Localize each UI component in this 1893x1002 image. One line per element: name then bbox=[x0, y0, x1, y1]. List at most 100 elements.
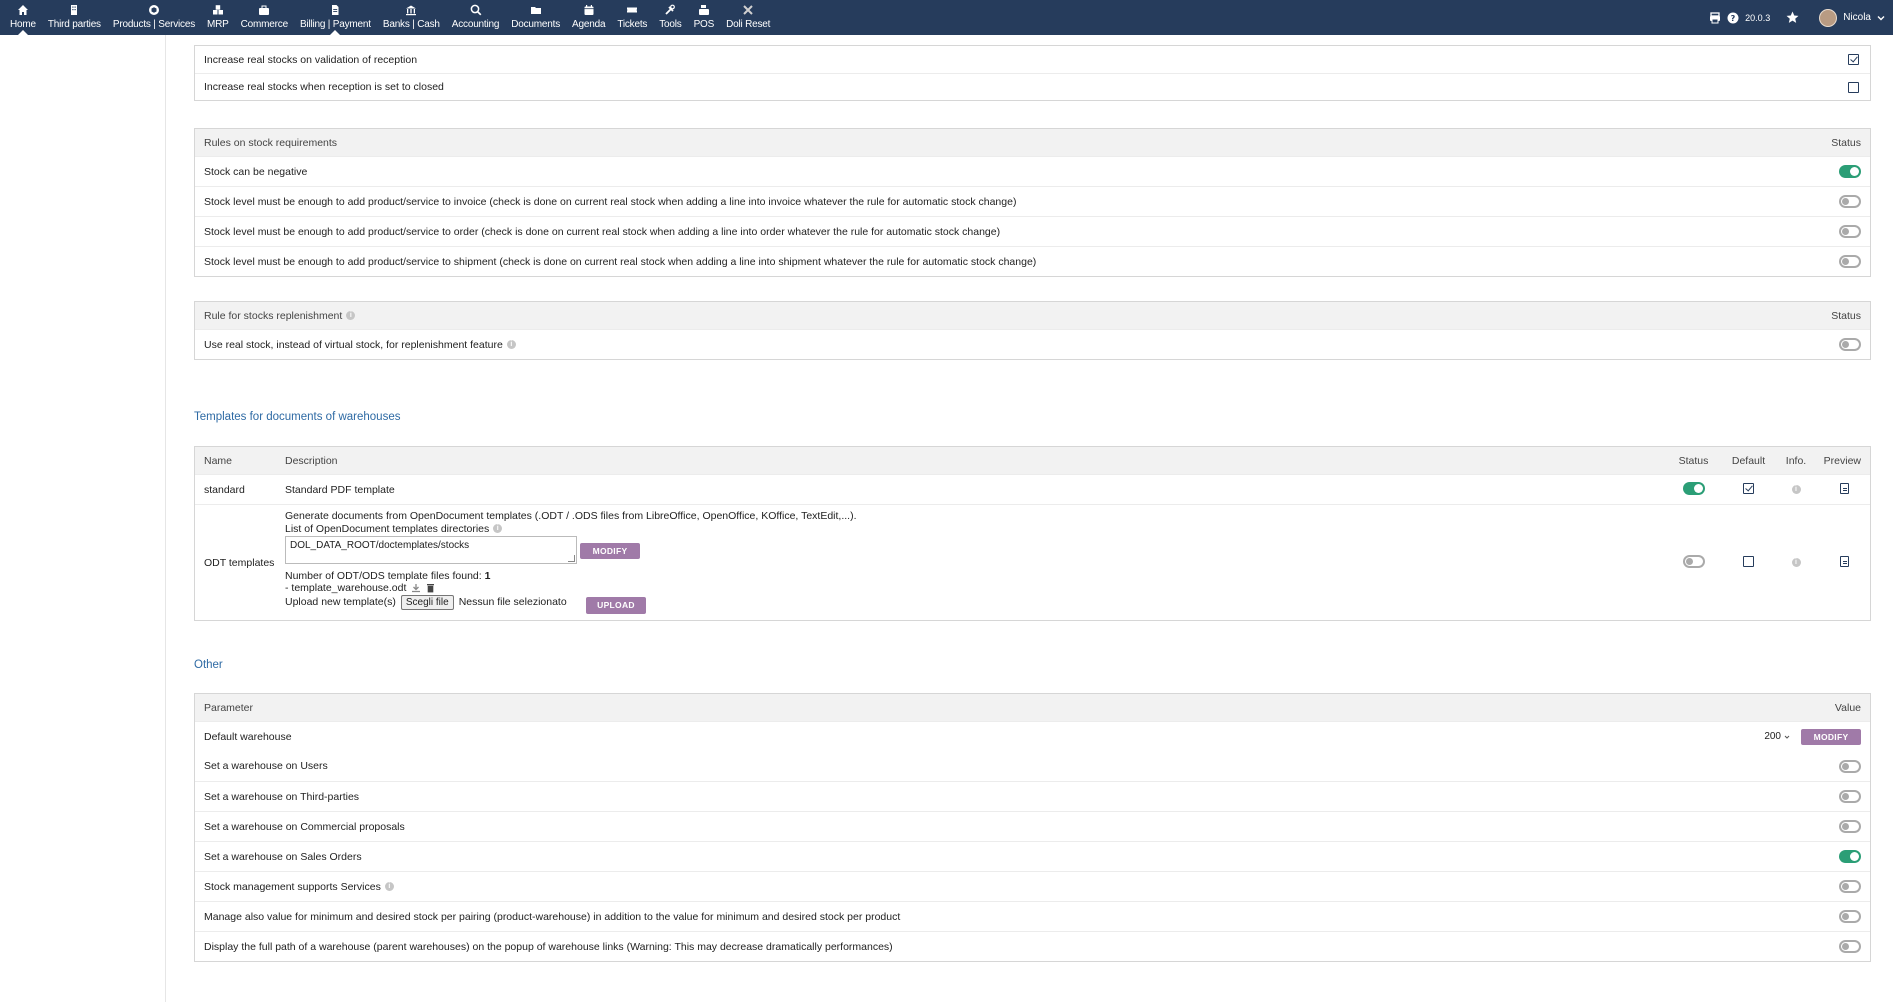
odt-modify-button[interactable]: MODIFY bbox=[580, 542, 640, 559]
help-icon[interactable]: ? bbox=[1727, 12, 1739, 24]
info-icon[interactable]: i bbox=[1791, 485, 1801, 495]
default-warehouse-select[interactable]: 200 bbox=[1761, 731, 1793, 742]
odt-dirs-textarea[interactable]: DOL_DATA_ROOT/doctemplates/stocks bbox=[285, 535, 577, 564]
template-description: Standard PDF template bbox=[285, 483, 395, 496]
menu-item-accounting[interactable]: Accounting bbox=[446, 0, 505, 35]
user-name[interactable]: Nicola bbox=[1843, 12, 1871, 23]
setting-row: Use real stock, instead of virtual stock… bbox=[195, 329, 1870, 359]
preview-odt-icon[interactable] bbox=[1840, 555, 1849, 567]
preview-pdf-icon[interactable] bbox=[1840, 482, 1849, 494]
svg-text:?: ? bbox=[1731, 14, 1736, 23]
menu-item-banks-cash[interactable]: Banks | Cash bbox=[377, 0, 446, 35]
setting-label: Stock level must be enough to add produc… bbox=[204, 195, 1017, 208]
status-header: Status bbox=[1831, 309, 1861, 322]
menu-item-label: POS bbox=[693, 19, 715, 30]
print-icon[interactable] bbox=[1709, 11, 1721, 24]
invoice-icon bbox=[332, 5, 339, 15]
search-dollar-icon bbox=[470, 4, 481, 16]
menu-item-label: Banks | Cash bbox=[382, 19, 440, 30]
menu-item-billing-payment[interactable]: Billing | Payment bbox=[294, 0, 377, 35]
table-header: Parameter Value bbox=[195, 694, 1870, 721]
building-icon bbox=[71, 5, 78, 15]
menu-item-label: Accounting bbox=[451, 19, 500, 30]
download-icon[interactable] bbox=[411, 583, 421, 593]
table-header-label: Rules on stock requirements bbox=[204, 136, 338, 149]
replenishment-real-stock-toggle[interactable] bbox=[1839, 338, 1861, 351]
increase-stock-closed-checkbox[interactable] bbox=[1848, 81, 1859, 93]
upload-button[interactable]: UPLOAD bbox=[586, 596, 646, 614]
other-setting-toggle[interactable] bbox=[1839, 790, 1861, 803]
setting-row: Increase real stocks on validation of re… bbox=[195, 46, 1870, 73]
setting-label: Display the full path of a warehouse (pa… bbox=[204, 940, 893, 953]
standard-default-checkbox[interactable] bbox=[1743, 482, 1754, 494]
menu-item-mrp[interactable]: MRP bbox=[201, 0, 235, 35]
tools-icon bbox=[665, 4, 676, 15]
setting-row: Set a warehouse on Users bbox=[195, 751, 1870, 781]
menu-item-commerce[interactable]: Commerce bbox=[235, 0, 294, 35]
default-warehouse-modify-button[interactable]: MODIFY bbox=[1801, 728, 1861, 745]
other-setting-toggle[interactable] bbox=[1839, 759, 1861, 773]
status-header: Status bbox=[1831, 136, 1861, 149]
stock-shipment-toggle[interactable] bbox=[1839, 255, 1861, 268]
other-setting-toggle[interactable] bbox=[1839, 910, 1861, 923]
odt-status-toggle[interactable] bbox=[1682, 554, 1705, 568]
menu-item-home[interactable]: Home bbox=[4, 0, 42, 35]
stock-negative-toggle[interactable] bbox=[1839, 165, 1861, 178]
chevron-down-icon bbox=[1784, 735, 1790, 739]
table-header: Rules on stock requirements Status bbox=[195, 129, 1870, 156]
other-setting-toggle[interactable] bbox=[1839, 850, 1861, 863]
menu-item-products-services[interactable]: Products | Services bbox=[107, 0, 201, 35]
other-setting-toggle[interactable] bbox=[1839, 940, 1861, 953]
menu-item-tickets[interactable]: Tickets bbox=[611, 0, 653, 35]
setting-row: Stock management supports Services i bbox=[195, 871, 1870, 901]
increase-stock-validation-checkbox[interactable] bbox=[1848, 54, 1859, 65]
standard-status-toggle[interactable] bbox=[1682, 481, 1705, 495]
setting-row: Default warehouse 200 MODIFY bbox=[195, 721, 1870, 751]
setting-label: Stock management supports Services bbox=[204, 880, 381, 893]
setting-row: Set a warehouse on Commercial proposals bbox=[195, 811, 1870, 841]
info-icon[interactable]: i bbox=[384, 882, 394, 891]
suitcase-icon bbox=[259, 5, 270, 15]
info-icon[interactable]: i bbox=[1791, 558, 1801, 568]
menu-item-doli-reset[interactable]: Doli Reset bbox=[720, 0, 776, 35]
setting-row: Set a warehouse on Third-parties bbox=[195, 781, 1870, 811]
odt-default-checkbox[interactable] bbox=[1743, 555, 1754, 567]
menu-item-third-parties[interactable]: Third parties bbox=[42, 0, 107, 35]
name-header: Name bbox=[204, 454, 233, 467]
cubes-icon bbox=[212, 5, 223, 15]
stock-invoice-toggle[interactable] bbox=[1839, 195, 1861, 208]
setting-row: Set a warehouse on Sales Orders bbox=[195, 841, 1870, 871]
top-menu-bar: Home Third parties Products | Services MRP C… bbox=[0, 0, 1893, 35]
info-icon[interactable]: i bbox=[506, 340, 516, 349]
menu-item-label: Agenda bbox=[572, 19, 606, 30]
trash-icon[interactable] bbox=[426, 583, 435, 593]
setting-row: Stock level must be enough to add produc… bbox=[195, 186, 1870, 216]
template-name: ODT templates bbox=[204, 556, 275, 569]
calendar-icon bbox=[584, 5, 594, 15]
main-menu: Home Third parties Products | Services MRP C… bbox=[0, 0, 776, 35]
chevron-down-icon[interactable] bbox=[1877, 14, 1885, 22]
info-header: Info. bbox=[1785, 454, 1807, 467]
choose-file-button[interactable]: Scegli file bbox=[400, 594, 454, 610]
other-setting-toggle[interactable] bbox=[1839, 880, 1861, 893]
default-header: Default bbox=[1731, 454, 1766, 467]
menu-item-agenda[interactable]: Agenda bbox=[566, 0, 611, 35]
odt-description-line: Generate documents from OpenDocument tem… bbox=[285, 509, 857, 522]
stock-order-toggle[interactable] bbox=[1839, 225, 1861, 238]
replenishment-table: Rule for stocks replenishment i Status U… bbox=[194, 301, 1871, 360]
menu-item-pos[interactable]: POS bbox=[688, 0, 721, 35]
info-icon[interactable]: i bbox=[346, 311, 356, 320]
setting-label: Stock level must be enough to add produc… bbox=[204, 255, 1037, 268]
menu-item-tools[interactable]: Tools bbox=[653, 0, 687, 35]
other-setting-toggle[interactable] bbox=[1839, 820, 1861, 833]
star-bookmark-icon[interactable] bbox=[1786, 11, 1799, 24]
menu-item-documents[interactable]: Documents bbox=[505, 0, 566, 35]
user-avatar[interactable] bbox=[1819, 8, 1838, 27]
menu-item-label: Commerce bbox=[240, 19, 288, 30]
status-header: Status bbox=[1678, 454, 1709, 467]
info-icon[interactable]: i bbox=[493, 524, 503, 534]
odt-found-label: Number of ODT/ODS template files found: bbox=[285, 569, 482, 582]
table-header-label: Rule for stocks replenishment bbox=[204, 309, 343, 322]
odt-dirs-label-text: List of OpenDocument templates directori… bbox=[285, 522, 490, 535]
menu-item-label: MRP bbox=[207, 19, 229, 30]
